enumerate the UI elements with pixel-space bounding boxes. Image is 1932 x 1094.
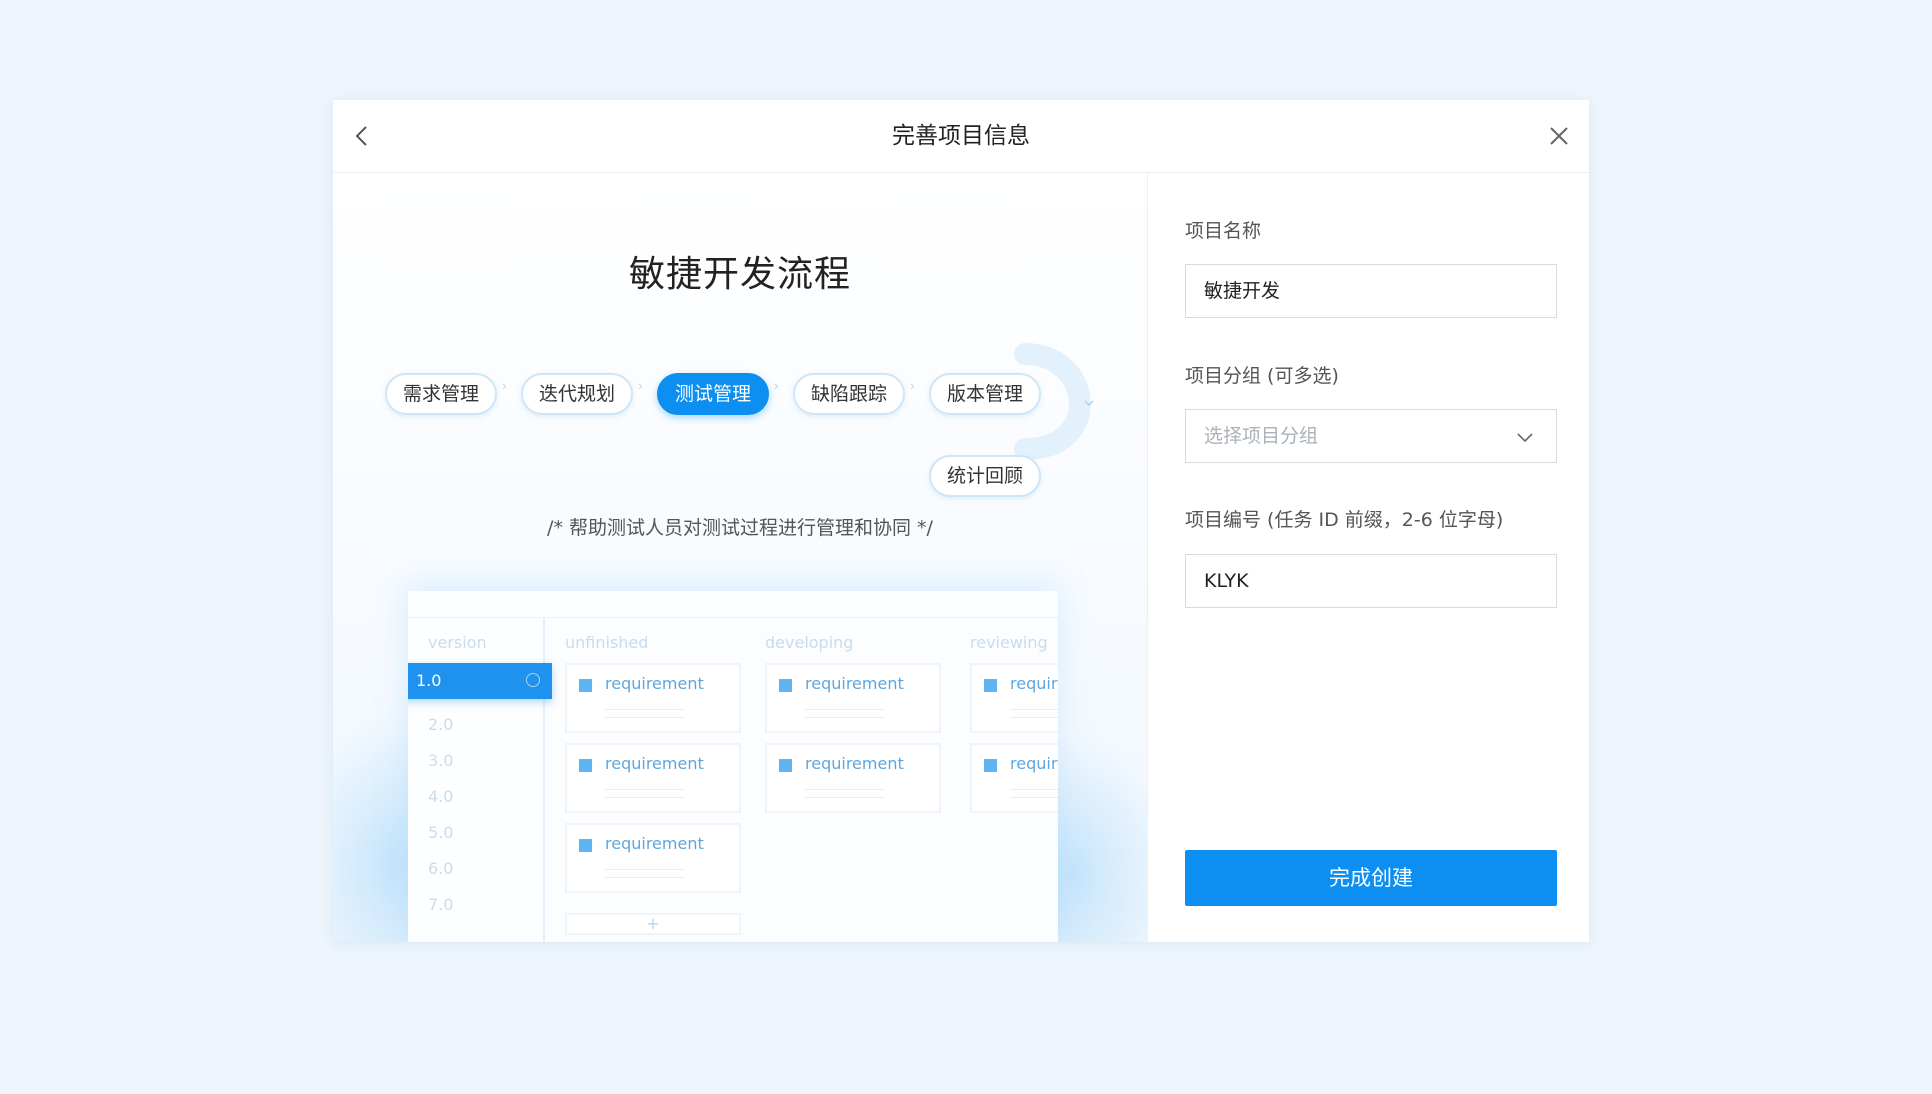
kanban-card: requir (970, 663, 1058, 733)
kanban-card: requirement (565, 743, 741, 813)
kanban-topbar (408, 591, 1058, 618)
kanban-card-label: requir (1010, 674, 1058, 693)
play-circle-icon (526, 673, 540, 687)
kanban-card: requirement (765, 663, 941, 733)
kanban-version-item: 5.0 (428, 823, 454, 842)
create-project-dialog: 完善项目信息 敏捷开发流程 需求管理 › 迭代规划 › 测试管理 › 缺陷跟踪 … (333, 100, 1589, 942)
project-form: 项目名称 敏捷开发 项目分组 (可多选) 选择项目分组 项目编号 (任务 ID … (1148, 173, 1589, 942)
step-version-management: 版本管理 (929, 373, 1041, 415)
kanban-card: requirement (765, 743, 941, 813)
dialog-header: 完善项目信息 (333, 100, 1589, 173)
project-group-select[interactable]: 选择项目分组 (1185, 409, 1557, 463)
project-code-label: 项目编号 (任务 ID 前缀，2-6 位字母) (1185, 509, 1504, 531)
project-name-label: 项目名称 (1185, 220, 1262, 242)
step-arrow-icon: › (638, 379, 643, 393)
step-arrow-icon: › (502, 379, 507, 393)
kanban-version-item-active: 1.0 (408, 663, 552, 699)
card-marker-icon (579, 759, 592, 772)
chevron-down-icon (1517, 433, 1533, 443)
step-statistics-review: 统计回顾 (929, 455, 1041, 497)
kanban-column-header: developing (765, 633, 854, 652)
close-icon (1550, 127, 1568, 145)
complete-create-button[interactable]: 完成创建 (1185, 850, 1557, 906)
step-arrow-icon: › (774, 379, 779, 393)
card-marker-icon (779, 759, 792, 772)
card-marker-icon (984, 759, 997, 772)
project-group-placeholder: 选择项目分组 (1204, 425, 1319, 447)
kanban-card-label: requir (1010, 754, 1058, 773)
kanban-column-header: reviewing (970, 633, 1048, 652)
kanban-card: requirement (565, 823, 741, 893)
step-defect-tracking: 缺陷跟踪 (793, 373, 905, 415)
step-iteration-planning: 迭代规划 (521, 373, 633, 415)
step-test-management: 测试管理 (657, 373, 769, 415)
kanban-version-item: 3.0 (428, 751, 454, 770)
project-code-input[interactable]: KLYK (1185, 554, 1557, 608)
kanban-add-card: + (565, 913, 741, 935)
dialog-title: 完善项目信息 (892, 123, 1030, 149)
workflow-description: /* 帮助测试人员对测试过程进行管理和协同 */ (547, 517, 933, 539)
kanban-card-label: requirement (805, 754, 904, 773)
workflow-preview-panel: 敏捷开发流程 需求管理 › 迭代规划 › 测试管理 › 缺陷跟踪 › 版本管理 … (333, 173, 1147, 942)
card-marker-icon (984, 679, 997, 692)
project-name-input[interactable]: 敏捷开发 (1185, 264, 1557, 318)
step-arrow-icon: › (910, 379, 915, 393)
kanban-version-item: 2.0 (428, 715, 454, 734)
card-marker-icon (579, 839, 592, 852)
card-marker-icon (779, 679, 792, 692)
kanban-column-header: unfinished (565, 633, 649, 652)
kanban-card-label: requirement (605, 754, 704, 773)
kanban-card-label: requirement (805, 674, 904, 693)
close-button[interactable] (1543, 120, 1575, 152)
kanban-card-label: requirement (605, 834, 704, 853)
kanban-card-label: requirement (605, 674, 704, 693)
kanban-version-label: 1.0 (416, 671, 442, 690)
kanban-preview: version unfinished developing reviewing … (408, 591, 1058, 942)
kanban-column-header: version (428, 633, 487, 652)
kanban-card: requirement (565, 663, 741, 733)
card-marker-icon (579, 679, 592, 692)
kanban-version-item: 4.0 (428, 787, 454, 806)
kanban-version-item: 7.0 (428, 895, 454, 914)
step-requirement-management: 需求管理 (385, 373, 497, 415)
kanban-card: requir (970, 743, 1058, 813)
project-group-label: 项目分组 (可多选) (1185, 365, 1339, 387)
kanban-version-item: 6.0 (428, 859, 454, 878)
